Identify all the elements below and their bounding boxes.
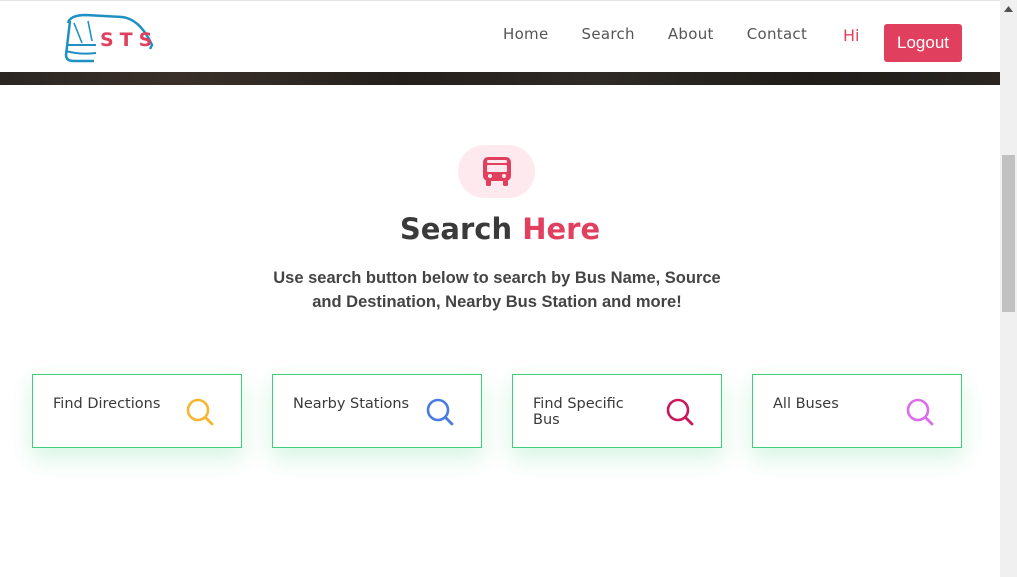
nav-link-home[interactable]: Home bbox=[503, 25, 549, 43]
nav-links: Home Search About Contact bbox=[503, 25, 840, 43]
nav-link-about[interactable]: About bbox=[668, 25, 714, 43]
scroll-up-arrow-icon[interactable] bbox=[1000, 0, 1017, 17]
card-label: Find Specific Bus bbox=[533, 396, 624, 428]
navbar: STS Home Search About Contact Hi Logout bbox=[0, 0, 1000, 72]
card-label: All Buses bbox=[773, 396, 839, 412]
card-label: Find Directions bbox=[53, 396, 161, 412]
search-icon bbox=[186, 398, 214, 426]
card-find-directions[interactable]: Find Directions bbox=[32, 374, 242, 448]
bus-badge bbox=[458, 145, 535, 198]
title-accent: Here bbox=[522, 212, 601, 246]
section-title: Search Here bbox=[0, 212, 1000, 246]
title-main: Search bbox=[399, 212, 513, 246]
card-nearby-stations[interactable]: Nearby Stations bbox=[272, 374, 482, 448]
section-description: Use search button below to search by Bus… bbox=[273, 269, 721, 311]
user-greeting: Hi bbox=[843, 26, 860, 45]
search-icon bbox=[666, 398, 694, 426]
logo-text: STS bbox=[100, 29, 159, 51]
card-find-specific-bus[interactable]: Find Specific Bus bbox=[512, 374, 722, 448]
nav-link-contact[interactable]: Contact bbox=[747, 25, 807, 43]
card-all-buses[interactable]: All Buses bbox=[752, 374, 962, 448]
search-icon bbox=[906, 398, 934, 426]
vertical-scrollbar[interactable] bbox=[1000, 0, 1017, 577]
search-icon bbox=[426, 398, 454, 426]
nav-link-search[interactable]: Search bbox=[582, 25, 635, 43]
logout-button[interactable]: Logout bbox=[884, 24, 962, 62]
card-label: Nearby Stations bbox=[293, 396, 410, 412]
scrollbar-thumb[interactable] bbox=[1002, 155, 1015, 312]
page: STS Home Search About Contact Hi Logout … bbox=[0, 0, 1000, 577]
bus-icon bbox=[482, 156, 511, 186]
